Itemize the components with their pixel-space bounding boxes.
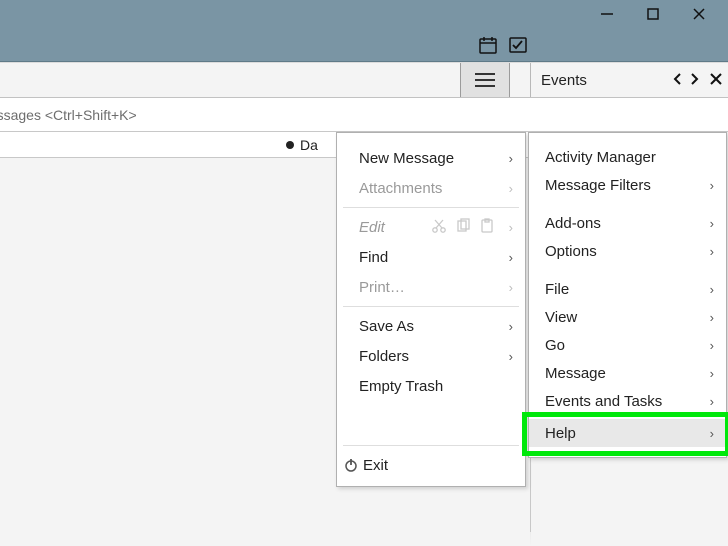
menu-folders[interactable]: Folders› — [337, 341, 525, 371]
chevron-right-icon: › — [503, 250, 513, 265]
copy-icon — [455, 218, 471, 237]
menu-separator — [343, 207, 519, 208]
chevron-right-icon: › — [503, 181, 513, 196]
app-submenu: Activity Manager Message Filters› Add-on… — [528, 132, 727, 458]
events-pane-header: Events — [530, 63, 728, 97]
menu-print: Print…› — [337, 272, 525, 302]
menu-addons[interactable]: Add-ons› — [529, 209, 726, 237]
menu-attachments: Attachments› — [337, 173, 525, 203]
filter-bar[interactable]: Filter these messages <Ctrl+Shift+K> — [0, 98, 728, 132]
chevron-right-icon: › — [704, 282, 714, 297]
menu-file[interactable]: File› — [529, 275, 726, 303]
window-maximize-button[interactable] — [630, 0, 676, 28]
menu-view[interactable]: View› — [529, 303, 726, 331]
tasks-icon[interactable] — [508, 35, 528, 55]
app-menu: New Message› Attachments› Edit › Find› P… — [336, 132, 526, 487]
chevron-right-icon: › — [503, 220, 513, 235]
events-close-button[interactable] — [710, 72, 722, 88]
chevron-right-icon: › — [704, 338, 714, 353]
bottom-fade — [0, 532, 728, 546]
main-toolbar: Events — [0, 62, 728, 98]
menu-empty-trash[interactable]: Empty Trash — [337, 371, 525, 401]
window-titlebar — [0, 0, 728, 28]
menu-save-as[interactable]: Save As› — [337, 311, 525, 341]
column-date-label[interactable]: Da — [300, 137, 318, 153]
chevron-right-icon: › — [503, 151, 513, 166]
power-icon — [343, 457, 359, 473]
menu-exit[interactable]: Exit — [337, 450, 525, 480]
chevron-right-icon: › — [503, 280, 513, 295]
chevron-right-icon: › — [704, 178, 714, 193]
menu-activity-manager[interactable]: Activity Manager — [529, 143, 726, 171]
app-menu-button[interactable] — [460, 63, 510, 97]
events-prev-button[interactable] — [672, 72, 684, 88]
menu-message-filters[interactable]: Message Filters› — [529, 171, 726, 199]
menu-events-tasks[interactable]: Events and Tasks› — [529, 387, 726, 415]
menu-new-message[interactable]: New Message› — [337, 143, 525, 173]
chevron-right-icon: › — [704, 244, 714, 259]
menu-help[interactable]: Help› — [529, 419, 726, 447]
menu-separator — [343, 306, 519, 307]
events-title: Events — [541, 72, 668, 89]
chevron-right-icon: › — [704, 394, 714, 409]
window-close-button[interactable] — [676, 0, 722, 28]
menu-message[interactable]: Message› — [529, 359, 726, 387]
content-area: Da New Message› Attachments› Edit › Find… — [0, 132, 728, 546]
window-minimize-button[interactable] — [584, 0, 630, 28]
chevron-right-icon: › — [704, 310, 714, 325]
paste-icon — [479, 218, 495, 237]
filter-placeholder: Filter these messages <Ctrl+Shift+K> — [0, 107, 137, 123]
chevron-right-icon: › — [503, 319, 513, 334]
menu-find[interactable]: Find› — [337, 242, 525, 272]
menu-options[interactable]: Options› — [529, 237, 726, 265]
events-next-button[interactable] — [688, 72, 700, 88]
menu-go[interactable]: Go› — [529, 331, 726, 359]
status-dot-icon — [286, 141, 294, 149]
menu-edit: Edit › — [337, 212, 525, 242]
chevron-right-icon: › — [704, 426, 714, 441]
menu-separator — [343, 445, 519, 446]
calendar-icon[interactable] — [478, 35, 498, 55]
chevron-right-icon: › — [503, 349, 513, 364]
chevron-right-icon: › — [704, 216, 714, 231]
menu-icon — [475, 73, 495, 87]
secondary-toolbar — [0, 28, 728, 62]
chevron-right-icon: › — [704, 366, 714, 381]
cut-icon — [431, 218, 447, 237]
